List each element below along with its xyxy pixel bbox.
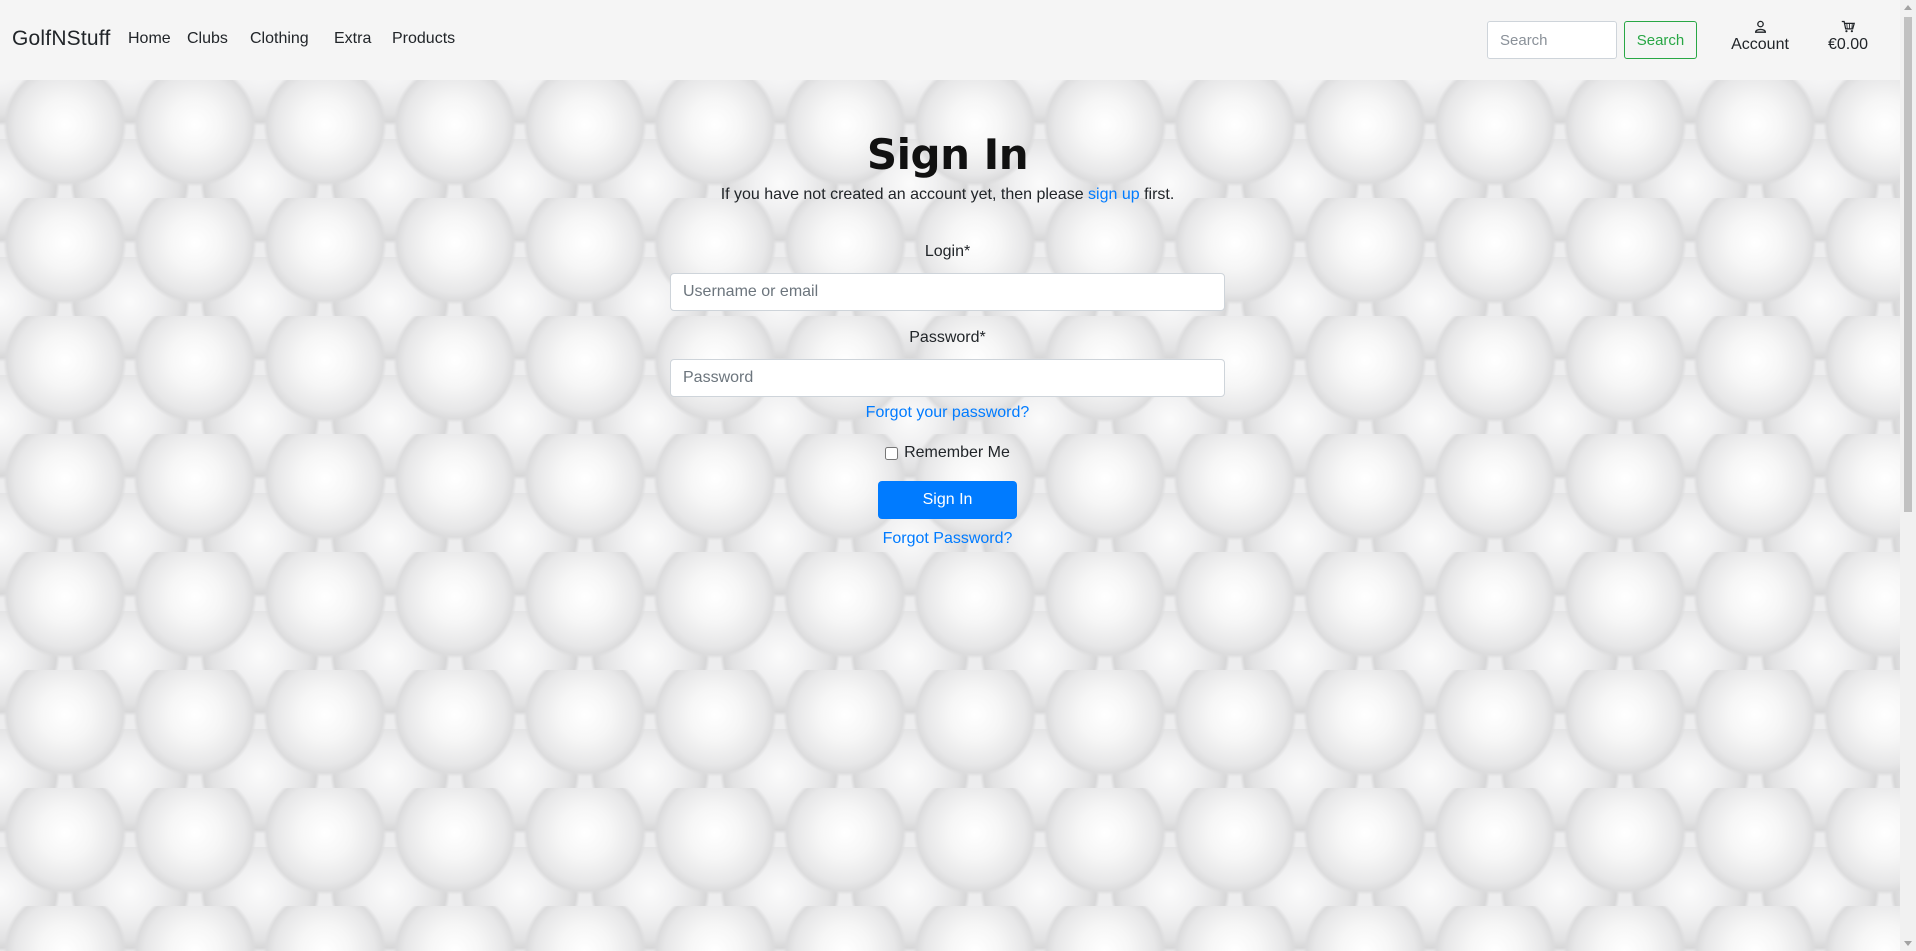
top-navbar: GolfNStuff Home Clubs Clothing Extra Pro… [0, 0, 1900, 80]
remember-me-row: Remember Me [0, 444, 1895, 462]
forgot-password-row: Forgot your password? [0, 404, 1895, 422]
cart-icon [1841, 20, 1855, 33]
cart-link[interactable]: €0.00 [1820, 20, 1876, 54]
password-input[interactable] [670, 359, 1225, 397]
scroll-down-arrow-icon[interactable] [1904, 941, 1912, 946]
user-icon [1754, 20, 1766, 33]
login-input[interactable] [670, 273, 1225, 311]
password-label: Password* [909, 329, 986, 346]
vertical-scrollbar[interactable] [1900, 0, 1916, 951]
signup-link[interactable]: sign up [1088, 186, 1140, 203]
forgot-password-link[interactable]: Forgot your password? [866, 404, 1030, 421]
forgot-password-link-2[interactable]: Forgot Password? [883, 530, 1013, 547]
sign-in-button[interactable]: Sign In [878, 481, 1017, 519]
intro-text-after: first. [1139, 186, 1175, 203]
nav-link-clothing[interactable]: Clothing [250, 30, 334, 48]
nav-links: Home Clubs Clothing Extra Products [128, 30, 472, 48]
nav-link-extra[interactable]: Extra [334, 30, 392, 48]
remember-me-label: Remember Me [904, 444, 1010, 461]
scroll-up-arrow-icon[interactable] [1904, 5, 1912, 10]
login-label: Login* [924, 243, 971, 260]
intro-text-before: If you have not created an account yet, … [720, 186, 1089, 203]
search-input[interactable] [1487, 21, 1617, 59]
cart-total: €0.00 [1827, 36, 1869, 53]
account-link[interactable]: Account [1730, 20, 1790, 54]
scroll-thumb[interactable] [1904, 17, 1912, 512]
search-button[interactable]: Search [1624, 21, 1697, 59]
account-label: Account [1731, 36, 1789, 53]
forgot-password-row-2: Forgot Password? [0, 530, 1895, 548]
page-title: Sign In [866, 130, 1029, 179]
nav-link-clubs[interactable]: Clubs [187, 30, 250, 48]
nav-link-products[interactable]: Products [392, 30, 472, 48]
nav-link-home[interactable]: Home [128, 30, 187, 48]
signin-intro: If you have not created an account yet, … [0, 186, 1895, 204]
remember-me-checkbox[interactable] [885, 446, 899, 460]
brand-logo[interactable]: GolfNStuff [12, 27, 111, 51]
